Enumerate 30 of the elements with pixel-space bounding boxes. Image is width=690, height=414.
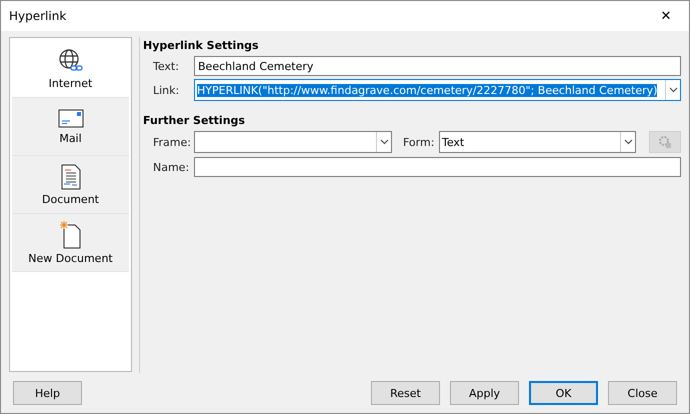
dialog-button[interactable]: OK — [529, 381, 598, 405]
link-combobox[interactable]: HYPERLINK("http://www.findagrave.com/cemetery/2227780"; Beechland Cemetery) — [194, 79, 681, 101]
window-title: Hyperlink — [9, 9, 66, 23]
frame-combobox[interactable] — [194, 131, 392, 153]
form-combobox[interactable]: Text — [439, 131, 636, 153]
name-field[interactable] — [194, 157, 681, 177]
new-document-icon — [60, 220, 82, 248]
category-item[interactable]: Mail — [12, 98, 129, 156]
gear-icon — [658, 135, 672, 149]
section-heading: Hyperlink Settings — [143, 39, 260, 52]
dialog-button[interactable]: Reset — [371, 381, 440, 405]
section-heading: Further Settings — [143, 114, 246, 127]
close-button[interactable]: ✕ — [643, 1, 689, 31]
chevron-down-icon — [668, 87, 678, 93]
dialog-button[interactable]: Apply — [450, 381, 519, 405]
field-label: Name: — [153, 160, 190, 174]
category-item[interactable]: Document — [12, 156, 129, 214]
envelope-icon — [58, 108, 84, 128]
chevron-down-icon — [380, 139, 388, 145]
dialog-button[interactable]: Close — [608, 381, 677, 405]
category-item[interactable]: New Document — [12, 214, 129, 272]
field-label: Link: — [153, 84, 180, 96]
field-label: Form: — [403, 136, 436, 148]
field-label: Text: — [153, 60, 180, 72]
chevron-down-icon — [624, 139, 632, 145]
dialog-button[interactable]: Help — [13, 381, 82, 405]
text-field[interactable]: Beechland Cemetery — [194, 56, 681, 76]
globe-link-icon — [58, 48, 84, 74]
field-label: Frame: — [153, 136, 192, 148]
document-icon — [60, 164, 80, 190]
